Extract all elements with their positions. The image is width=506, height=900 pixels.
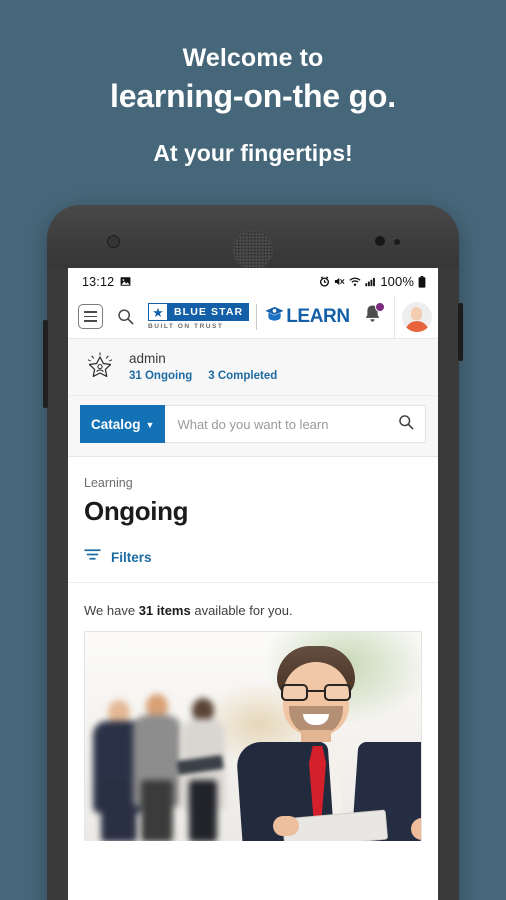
search-row: Catalog ▼ What do you want to learn bbox=[68, 396, 438, 457]
user-name-label: admin bbox=[129, 351, 166, 366]
front-camera-icon bbox=[107, 235, 120, 248]
user-meta: admin 31 Ongoing 3 Completed bbox=[129, 350, 277, 382]
filters-label: Filters bbox=[111, 549, 152, 565]
learn-logo: LEARN bbox=[264, 304, 350, 330]
items-count: 31 items bbox=[138, 603, 191, 618]
phone-screen: 13:12 100% ★ BLUE STAR BUILT ON TRUST LE… bbox=[68, 268, 438, 900]
avatar-body bbox=[404, 320, 429, 332]
stat-completed[interactable]: 3 Completed bbox=[208, 370, 277, 382]
promo-header: Welcome to learning-on-the go. At your f… bbox=[0, 0, 506, 168]
notification-badge bbox=[375, 302, 385, 312]
star-user-badge-icon bbox=[82, 348, 118, 384]
user-stats: 31 Ongoing 3 Completed bbox=[129, 370, 277, 382]
wifi-icon bbox=[349, 276, 361, 287]
search-icon[interactable] bbox=[117, 308, 134, 325]
status-bar-right-icons: 100% bbox=[319, 274, 426, 289]
alarm-icon bbox=[319, 276, 330, 287]
course-card[interactable] bbox=[84, 631, 422, 841]
stat-ongoing[interactable]: 31 Ongoing bbox=[129, 370, 192, 382]
glasses-right-lens bbox=[324, 684, 351, 701]
avatar-head bbox=[411, 306, 422, 320]
mute-icon bbox=[334, 276, 345, 287]
glasses-bridge bbox=[308, 690, 324, 693]
bg2-legs bbox=[141, 780, 173, 841]
promo-line-3: At your fingertips! bbox=[153, 140, 353, 166]
catalog-label: Catalog bbox=[91, 416, 141, 432]
bg3-legs bbox=[189, 780, 217, 841]
promo-line-1: Welcome to bbox=[182, 44, 324, 72]
hamburger-menu-icon[interactable] bbox=[78, 304, 103, 329]
man-glasses bbox=[281, 684, 351, 701]
page-title: Ongoing bbox=[84, 496, 189, 526]
promo-line-2: learning-on-the go. bbox=[110, 78, 396, 114]
cellular-signal-icon bbox=[365, 276, 376, 287]
battery-full-icon bbox=[418, 275, 426, 288]
search-submit-icon[interactable] bbox=[398, 414, 414, 435]
battery-percent-label: 100% bbox=[380, 274, 414, 289]
volume-rocker-button[interactable] bbox=[43, 320, 48, 408]
avatar[interactable] bbox=[394, 294, 438, 339]
user-avatar-image bbox=[401, 301, 432, 332]
status-bar-time: 13:12 bbox=[82, 274, 115, 289]
brand-logos: ★ BLUE STAR BUILT ON TRUST LEARN bbox=[148, 303, 350, 330]
search-placeholder: What do you want to learn bbox=[177, 416, 329, 432]
user-summary-strip: admin 31 Ongoing 3 Completed bbox=[68, 339, 438, 396]
brand-divider bbox=[256, 303, 258, 330]
bg1-legs bbox=[101, 780, 137, 841]
filter-icon bbox=[84, 548, 101, 566]
status-bar: 13:12 100% bbox=[68, 268, 438, 295]
chevron-down-icon: ▼ bbox=[145, 420, 155, 430]
star-icon: ★ bbox=[148, 303, 168, 321]
proximity-sensor-icon bbox=[375, 236, 385, 246]
catalog-dropdown-button[interactable]: Catalog ▼ bbox=[80, 405, 166, 443]
light-sensor-icon bbox=[394, 239, 400, 245]
man-left-hand bbox=[273, 816, 299, 836]
app-toolbar: ★ BLUE STAR BUILT ON TRUST LEARN bbox=[68, 294, 438, 339]
learn-wordmark: LEARN bbox=[286, 305, 350, 327]
filters-button[interactable]: Filters bbox=[84, 548, 422, 582]
blue-star-logo-row: ★ BLUE STAR bbox=[148, 303, 250, 321]
background-person-2 bbox=[133, 694, 181, 841]
foreground-businessman bbox=[231, 646, 421, 841]
items-prefix: We have bbox=[84, 603, 139, 618]
phone-device: 13:12 100% ★ BLUE STAR BUILT ON TRUST LE… bbox=[43, 205, 463, 900]
notification-bell-icon[interactable] bbox=[363, 302, 385, 329]
items-count-line: We have 31 items available for you. bbox=[68, 583, 438, 631]
glasses-left-lens bbox=[281, 684, 308, 701]
power-button[interactable] bbox=[458, 303, 463, 361]
section-kicker: Learning bbox=[84, 476, 133, 490]
graduation-cap-icon bbox=[264, 304, 285, 330]
course-card-image bbox=[85, 632, 421, 841]
blue-star-name: BLUE STAR bbox=[168, 303, 250, 321]
blue-star-tagline: BUILT ON TRUST bbox=[148, 323, 224, 330]
earpiece-speaker-icon bbox=[233, 230, 273, 270]
blue-star-logo: ★ BLUE STAR BUILT ON TRUST bbox=[148, 303, 250, 330]
learning-section: Learning Ongoing Filters bbox=[68, 457, 438, 582]
items-suffix: available for you. bbox=[190, 603, 293, 618]
search-input[interactable]: What do you want to learn bbox=[165, 405, 426, 443]
status-bar-left-icons bbox=[120, 276, 131, 287]
image-icon bbox=[120, 276, 131, 287]
